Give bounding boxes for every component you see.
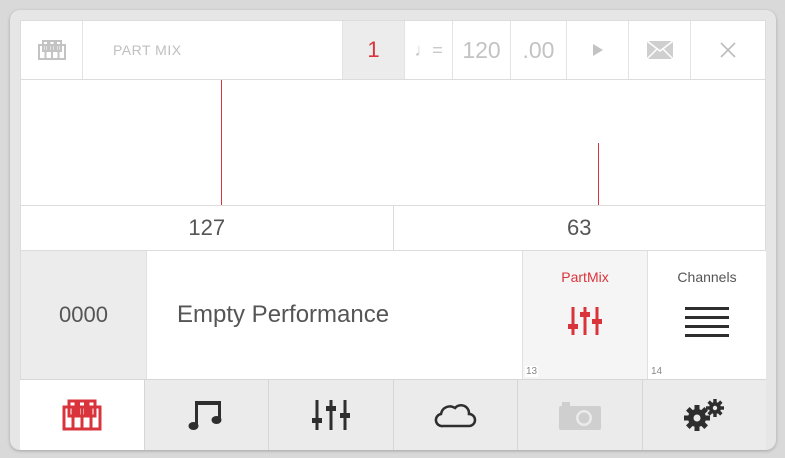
tempo-symbol: ♩=	[405, 21, 453, 79]
channels-label: Channels	[677, 269, 737, 285]
play-icon	[592, 44, 603, 56]
page-title: PART MIX	[83, 21, 343, 79]
bottom-nav	[20, 379, 766, 450]
list-lines-icon	[685, 307, 729, 337]
level-meters[interactable]	[20, 80, 766, 205]
mixer-sliders-icon	[311, 400, 350, 430]
envelope-icon	[645, 40, 674, 60]
music-note-icon	[188, 401, 222, 430]
partmix-label: PartMix	[561, 269, 609, 285]
cloud-icon	[434, 404, 477, 428]
nav-camera[interactable]	[518, 380, 643, 450]
nav-mixer[interactable]	[269, 380, 394, 450]
app-window: PART MIX 1 ♩= 120 .00 127 63 0000 Empty …	[10, 10, 776, 450]
meter-left-value[interactable]: 127	[21, 206, 393, 250]
nav-cloud[interactable]	[394, 380, 518, 450]
header-bar: PART MIX 1 ♩= 120 .00	[20, 20, 766, 80]
camera-icon	[558, 402, 601, 430]
meter-left-line[interactable]	[221, 80, 222, 205]
gears-icon	[684, 399, 725, 431]
performance-row: 0000 Empty Performance PartMix 13 Channe…	[20, 251, 766, 379]
nav-sequencer[interactable]	[145, 380, 269, 450]
channels-button[interactable]: Channels 14	[648, 251, 766, 379]
meter-right-line[interactable]	[598, 143, 599, 205]
home-button[interactable]	[21, 21, 83, 79]
message-button[interactable]	[629, 21, 691, 79]
channels-index: 14	[650, 366, 664, 377]
close-icon	[720, 42, 736, 58]
part-number[interactable]: 1	[343, 21, 405, 79]
meter-values: 127 63	[20, 205, 766, 251]
partmix-button[interactable]: PartMix 13	[523, 251, 648, 379]
meter-right-value[interactable]: 63	[392, 206, 766, 250]
piano-keys-icon	[37, 40, 66, 60]
mixer-sliders-icon	[568, 307, 602, 335]
tempo-value[interactable]: 120	[453, 21, 511, 79]
nav-performance[interactable]	[20, 380, 145, 450]
performance-number[interactable]: 0000	[21, 251, 147, 379]
close-button[interactable]	[691, 21, 765, 79]
partmix-index: 13	[525, 366, 539, 377]
nav-settings[interactable]	[643, 380, 767, 450]
tempo-fraction[interactable]: .00	[511, 21, 567, 79]
play-button[interactable]	[567, 21, 629, 79]
piano-keys-icon	[62, 399, 102, 431]
performance-name[interactable]: Empty Performance	[147, 251, 523, 379]
